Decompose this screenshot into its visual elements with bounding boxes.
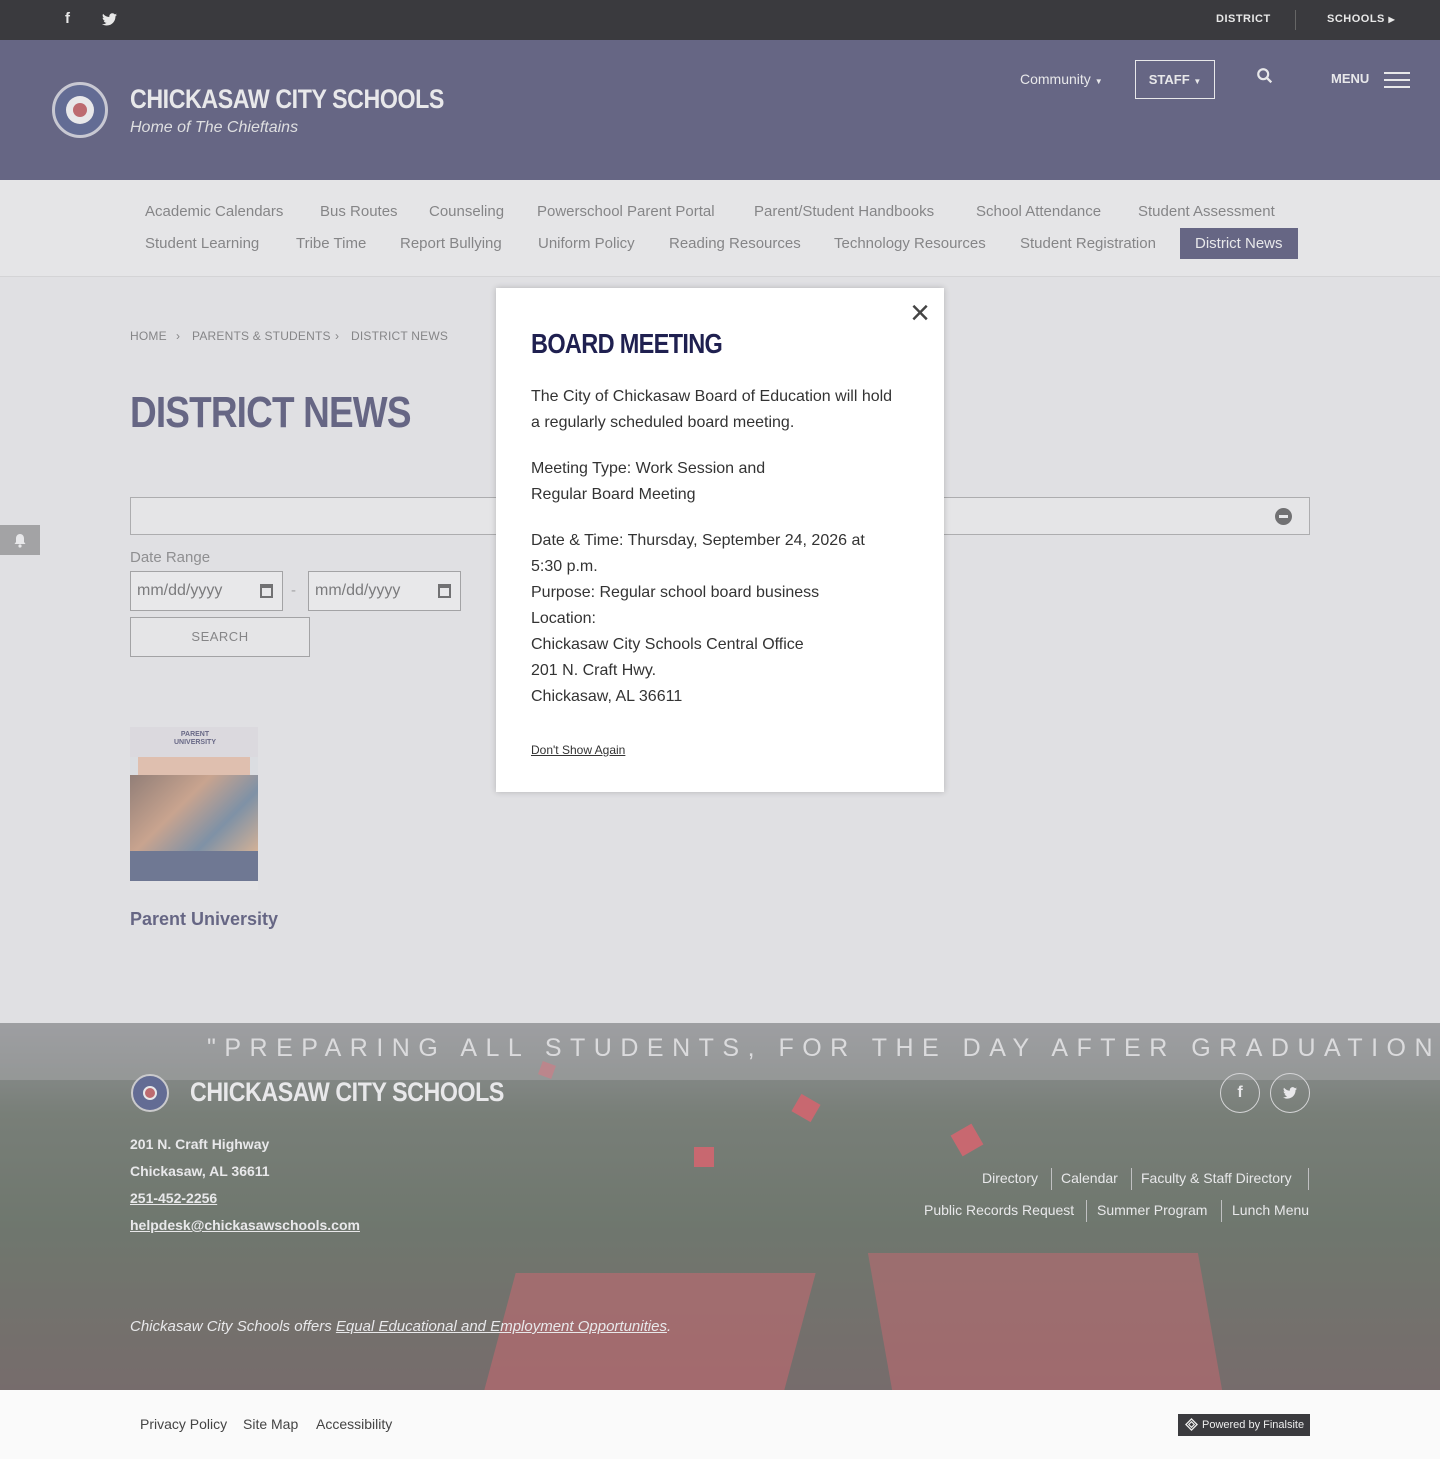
caret-right-icon: ▶ <box>1388 15 1396 24</box>
popup-line: a regularly scheduled board meeting. <box>531 414 795 431</box>
close-icon[interactable]: × <box>910 296 930 330</box>
dont-show-again-link[interactable]: Don't Show Again <box>531 743 625 757</box>
popup-line: Regular Board Meeting <box>531 486 696 503</box>
privacy-policy-link[interactable]: Privacy Policy <box>140 1416 227 1432</box>
powered-label: Powered by Finalsite <box>1202 1419 1305 1431</box>
facebook-icon[interactable]: f <box>65 10 70 27</box>
popup-line: Chickasaw City Schools Central Office <box>531 636 804 653</box>
popup-line: Purpose: Regular school board business <box>531 584 820 601</box>
popup-line: The City of Chickasaw Board of Education… <box>531 388 893 405</box>
accessibility-link[interactable]: Accessibility <box>316 1416 392 1432</box>
popup-line: Date & Time: Thursday, September 24, 202… <box>531 532 865 549</box>
finalsite-logo-icon <box>1185 1418 1198 1431</box>
site-map-link[interactable]: Site Map <box>243 1416 298 1432</box>
popup-title: BOARD MEETING <box>531 328 723 359</box>
twitter-icon[interactable] <box>102 13 117 26</box>
district-link[interactable]: DISTRICT <box>1216 13 1271 25</box>
schools-label: SCHOOLS <box>1327 13 1385 25</box>
popup-line: Chickasaw, AL 36611 <box>531 688 683 705</box>
popup-line: Meeting Type: Work Session and <box>531 460 766 477</box>
divider <box>1295 10 1296 30</box>
utility-bar: f DISTRICT SCHOOLS ▶ <box>0 0 1440 40</box>
popup-line: Location: <box>531 610 596 627</box>
board-meeting-popup: × BOARD MEETING The City of Chickasaw Bo… <box>496 288 944 792</box>
popup-line: 5:30 p.m. <box>531 558 598 575</box>
bottom-bar: Privacy Policy Site Map Accessibility Po… <box>0 1390 1440 1459</box>
popup-line: 201 N. Craft Hwy. <box>531 662 657 679</box>
powered-by-finalsite-badge[interactable]: Powered by Finalsite <box>1178 1414 1310 1436</box>
schools-dropdown[interactable]: SCHOOLS ▶ <box>1327 13 1395 25</box>
